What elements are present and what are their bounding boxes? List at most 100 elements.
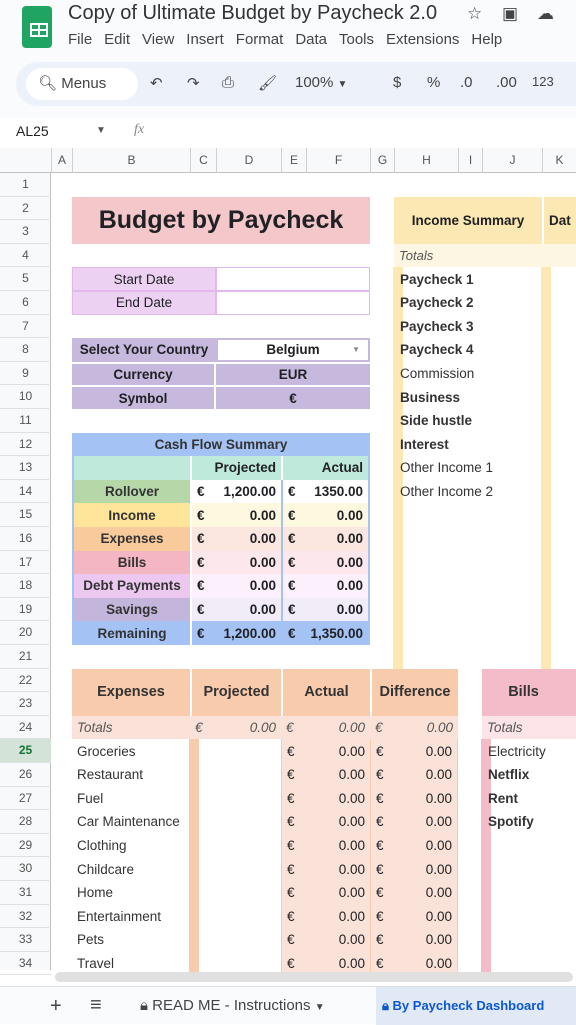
name-box[interactable]: AL25 xyxy=(16,123,49,139)
column-header-K[interactable]: K xyxy=(542,148,576,173)
cloud-status-icon[interactable]: ☁ xyxy=(537,4,554,24)
expense-item-name[interactable]: Home xyxy=(72,881,190,905)
row-header-14[interactable]: 14 xyxy=(0,480,51,504)
row-header-7[interactable]: 7 xyxy=(0,315,51,339)
menu-insert[interactable]: Insert xyxy=(186,31,224,48)
tab-read-me[interactable]: 🔒︎ READ ME - Instructions ▼ xyxy=(140,997,325,1014)
search-menus[interactable]: 🔍︎ Menus xyxy=(26,68,138,100)
row-header-18[interactable]: 18 xyxy=(0,574,51,598)
zoom-select[interactable]: 100% ▼ xyxy=(295,74,347,91)
row-header-20[interactable]: 20 xyxy=(0,621,51,645)
expense-item-name[interactable]: Restaurant xyxy=(72,763,190,787)
row-header-13[interactable]: 13 xyxy=(0,456,51,480)
income-item[interactable]: Other Income 1 xyxy=(395,456,541,480)
column-header-F[interactable]: F xyxy=(306,148,370,173)
row-header-27[interactable]: 27 xyxy=(0,787,51,811)
menu-file[interactable]: File xyxy=(68,31,92,48)
row-header-16[interactable]: 16 xyxy=(0,527,51,551)
row-header-22[interactable]: 22 xyxy=(0,669,51,693)
more-formats-button[interactable]: 123 xyxy=(532,74,554,89)
expense-item-name[interactable]: Groceries xyxy=(72,739,190,763)
column-header-J[interactable]: J xyxy=(482,148,542,173)
menu-edit[interactable]: Edit xyxy=(104,31,130,48)
column-header-A[interactable]: A xyxy=(51,148,72,173)
row-header-34[interactable]: 34 xyxy=(0,952,51,976)
row-header-9[interactable]: 9 xyxy=(0,362,51,386)
expense-projected-input[interactable] xyxy=(191,763,281,787)
expense-item-name[interactable]: Entertainment xyxy=(72,905,190,929)
row-header-23[interactable]: 23 xyxy=(0,692,51,716)
increase-decimal-button[interactable]: .00 xyxy=(496,74,517,91)
paint-format-icon[interactable]: 🖌︎ xyxy=(258,74,277,92)
expense-item-name[interactable]: Car Maintenance xyxy=(72,810,190,834)
income-item[interactable]: Interest xyxy=(395,433,541,457)
row-header-5[interactable]: 5 xyxy=(0,267,51,291)
income-item[interactable]: Business xyxy=(395,385,541,409)
row-header-2[interactable]: 2 xyxy=(0,197,51,221)
decrease-decimal-button[interactable]: .0 xyxy=(460,74,473,91)
document-title[interactable]: Copy of Ultimate Budget by Paycheck 2.0 xyxy=(68,2,437,25)
row-header-8[interactable]: 8 xyxy=(0,338,51,362)
expense-projected-input[interactable] xyxy=(191,739,281,763)
row-header-1[interactable]: 1 xyxy=(0,173,51,197)
currency-format-button[interactable]: $ xyxy=(393,74,401,91)
add-sheet-button[interactable]: + xyxy=(50,995,62,1018)
menu-data[interactable]: Data xyxy=(295,31,327,48)
start-date-input[interactable] xyxy=(216,267,370,291)
row-header-3[interactable]: 3 xyxy=(0,220,51,244)
bill-item[interactable]: Netflix xyxy=(483,763,576,787)
row-header-29[interactable]: 29 xyxy=(0,834,51,858)
expense-projected-input[interactable] xyxy=(191,834,281,858)
row-header-17[interactable]: 17 xyxy=(0,551,51,575)
horizontal-scrollbar[interactable] xyxy=(55,972,573,982)
income-item[interactable]: Other Income 2 xyxy=(395,480,541,504)
row-header-26[interactable]: 26 xyxy=(0,763,51,787)
expense-projected-input[interactable] xyxy=(191,787,281,811)
chevron-down-icon[interactable]: ▼ xyxy=(96,125,106,136)
menu-format[interactable]: Format xyxy=(236,31,284,48)
bill-item[interactable]: Electricity xyxy=(483,739,576,763)
expense-projected-input[interactable] xyxy=(191,905,281,929)
row-header-10[interactable]: 10 xyxy=(0,385,51,409)
bill-item[interactable]: Spotify xyxy=(483,810,576,834)
income-item[interactable]: Paycheck 1 xyxy=(395,267,541,291)
sheets-logo-icon[interactable] xyxy=(22,6,52,48)
country-dropdown[interactable]: Belgium ▼ xyxy=(216,338,370,362)
bill-item[interactable]: Rent xyxy=(483,787,576,811)
row-header-6[interactable]: 6 xyxy=(0,291,51,315)
row-header-4[interactable]: 4 xyxy=(0,244,51,268)
column-header-I[interactable]: I xyxy=(458,148,482,173)
row-header-33[interactable]: 33 xyxy=(0,928,51,952)
expense-item-name[interactable]: Pets xyxy=(72,928,190,952)
menu-help[interactable]: Help xyxy=(471,31,502,48)
row-header-21[interactable]: 21 xyxy=(0,645,51,669)
menu-extensions[interactable]: Extensions xyxy=(386,31,459,48)
expense-item-name[interactable]: Clothing xyxy=(72,834,190,858)
row-header-24[interactable]: 24 xyxy=(0,716,51,740)
menu-tools[interactable]: Tools xyxy=(339,31,374,48)
move-folder-icon[interactable]: ▣ xyxy=(502,4,518,24)
column-header-B[interactable]: B xyxy=(72,148,190,173)
menu-view[interactable]: View xyxy=(142,31,174,48)
row-header-30[interactable]: 30 xyxy=(0,857,51,881)
expense-projected-input[interactable] xyxy=(191,928,281,952)
income-item[interactable]: Paycheck 3 xyxy=(395,315,541,339)
row-header-19[interactable]: 19 xyxy=(0,598,51,622)
row-header-11[interactable]: 11 xyxy=(0,409,51,433)
column-header-D[interactable]: D xyxy=(216,148,281,173)
row-header-25[interactable]: 25 xyxy=(0,739,51,763)
expense-projected-input[interactable] xyxy=(191,881,281,905)
print-icon[interactable]: ⎙ xyxy=(222,74,234,91)
income-item[interactable]: Paycheck 4 xyxy=(395,338,541,362)
column-header-G[interactable]: G xyxy=(370,148,394,173)
star-icon[interactable]: ☆ xyxy=(467,4,482,24)
percent-format-button[interactable]: % xyxy=(427,74,440,91)
column-header-E[interactable]: E xyxy=(281,148,306,173)
end-date-input[interactable] xyxy=(216,291,370,315)
income-item[interactable]: Commission xyxy=(395,362,541,386)
expense-projected-input[interactable] xyxy=(191,810,281,834)
expense-item-name[interactable]: Fuel xyxy=(72,787,190,811)
tab-by-paycheck-dashboard[interactable]: 🔒︎ By Paycheck Dashboard xyxy=(376,987,576,1025)
income-item[interactable]: Paycheck 2 xyxy=(395,291,541,315)
row-header-12[interactable]: 12 xyxy=(0,433,51,457)
